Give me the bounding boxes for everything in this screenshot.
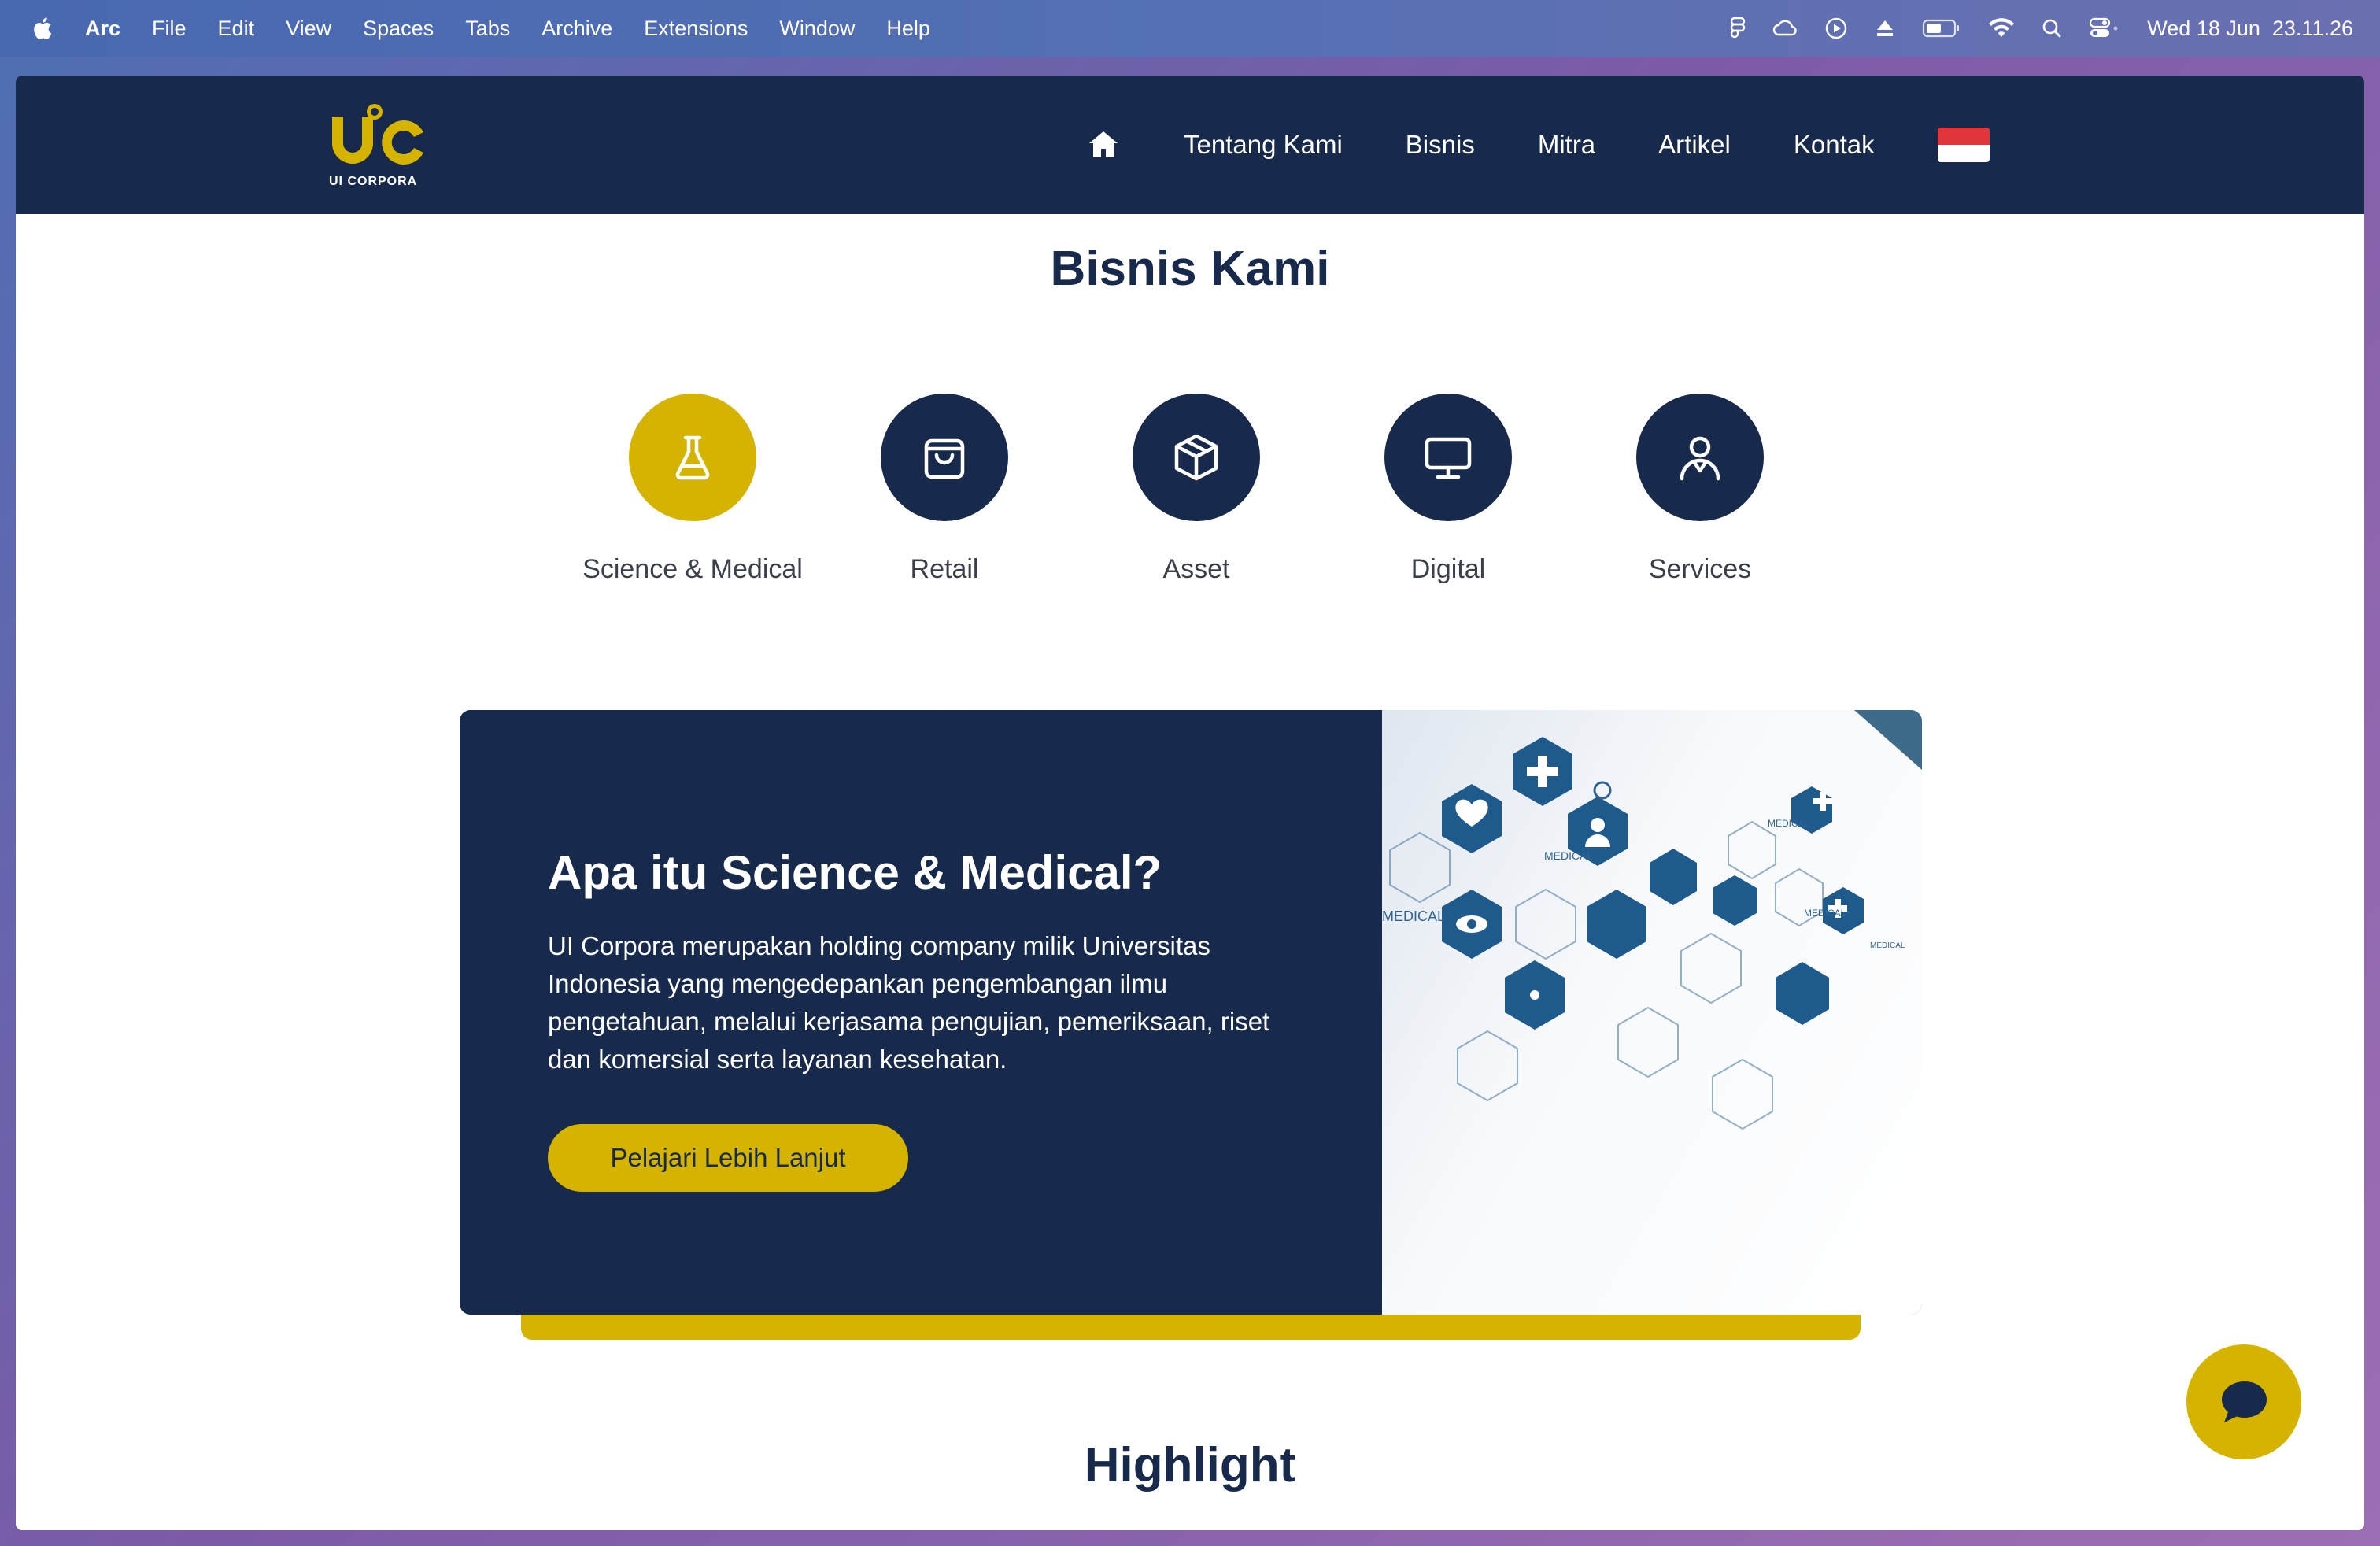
nav-bisnis[interactable]: Bisnis xyxy=(1406,130,1475,160)
macos-menubar: Arc File Edit View Spaces Tabs Archive E… xyxy=(0,0,2380,57)
nav-mitra[interactable]: Mitra xyxy=(1538,130,1595,160)
image-label-medical: MEDICAL xyxy=(1804,908,1846,919)
battery-icon[interactable] xyxy=(1922,18,1961,39)
category-services[interactable]: Services xyxy=(1574,394,1826,585)
chat-button[interactable] xyxy=(2186,1344,2301,1459)
wifi-icon[interactable] xyxy=(1988,18,2015,39)
ui-corpora-logo[interactable]: UI CORPORA xyxy=(329,99,439,194)
category-circle[interactable] xyxy=(881,394,1008,521)
feature-text-panel: Apa itu Science & Medical? UI Corpora me… xyxy=(460,710,1382,1315)
section-title-highlight: Highlight xyxy=(1084,1438,1296,1492)
main-nav: Tentang Kami Bisnis Mitra Artikel Kontak xyxy=(1086,76,1990,214)
monitor-icon xyxy=(1425,437,1472,479)
category-science-medical[interactable]: Science & Medical xyxy=(567,394,819,585)
image-label-medical: MEDICAL xyxy=(1382,908,1445,924)
category-label: Asset xyxy=(1162,554,1230,584)
nav-tentang-kami[interactable]: Tentang Kami xyxy=(1184,130,1343,160)
category-circle[interactable] xyxy=(1133,394,1260,521)
medical-hexagon-image: MEDICAL MEDICAL MEDICAL MEDICAL MEDICAL xyxy=(1382,710,1922,1315)
site-header: UI CORPORA Tentang Kami Bisnis Mitra Art… xyxy=(16,76,2364,214)
feature-description: UI Corpora merupakan holding company mil… xyxy=(548,931,1270,1074)
feature-heading: Apa itu Science & Medical? xyxy=(548,846,1162,899)
menu-tabs[interactable]: Tabs xyxy=(465,17,510,41)
feature-card: Apa itu Science & Medical? UI Corpora me… xyxy=(460,710,1922,1315)
menu-view[interactable]: View xyxy=(286,17,331,41)
category-label: Services xyxy=(1648,554,1752,584)
eject-icon[interactable] xyxy=(1875,18,1895,39)
creative-cloud-icon[interactable] xyxy=(1772,17,1798,39)
menu-help[interactable]: Help xyxy=(886,17,930,41)
play-circle-icon[interactable] xyxy=(1824,17,1848,40)
image-label-medical: MEDICAL xyxy=(1870,941,1905,950)
home-icon[interactable] xyxy=(1086,128,1121,162)
apple-icon[interactable] xyxy=(30,15,54,42)
figma-icon[interactable] xyxy=(1730,17,1746,40)
image-label-medical: MEDICAL xyxy=(1544,849,1593,862)
menu-archive[interactable]: Archive xyxy=(541,17,612,41)
menu-file[interactable]: File xyxy=(152,17,187,41)
control-center-icon[interactable] xyxy=(2089,17,2120,39)
search-icon[interactable] xyxy=(2042,18,2062,39)
nav-kontak[interactable]: Kontak xyxy=(1794,130,1875,160)
menu-window[interactable]: Window xyxy=(779,17,855,41)
category-asset[interactable]: Asset xyxy=(1070,394,1322,585)
category-digital[interactable]: Digital xyxy=(1322,394,1574,585)
category-circle-active[interactable] xyxy=(629,394,756,521)
person-icon xyxy=(1680,436,1720,481)
browser-window: UI CORPORA Tentang Kami Bisnis Mitra Art… xyxy=(16,76,2364,1530)
section-title-bisnis-kami: Bisnis Kami xyxy=(1050,242,1330,296)
menu-spaces[interactable]: Spaces xyxy=(363,17,434,41)
nav-artikel[interactable]: Artikel xyxy=(1658,130,1731,160)
chat-bubble-icon xyxy=(2222,1381,2267,1422)
flask-icon xyxy=(675,435,710,480)
category-label: Science & Medical xyxy=(582,554,803,584)
logo-text: UI CORPORA xyxy=(329,175,418,188)
indonesia-flag-icon[interactable] xyxy=(1937,128,1990,162)
shopping-bag-icon xyxy=(924,438,965,479)
learn-more-button[interactable]: Pelajari Lebih Lanjut xyxy=(548,1124,908,1192)
box-icon xyxy=(1174,434,1218,481)
category-circle[interactable] xyxy=(1384,394,1512,521)
image-label-medical: MEDICAL xyxy=(1768,818,1810,829)
category-circle[interactable] xyxy=(1636,394,1764,521)
category-retail[interactable]: Retail xyxy=(819,394,1070,585)
category-label: Retail xyxy=(910,554,979,584)
menu-extensions[interactable]: Extensions xyxy=(644,17,748,41)
menu-app-name[interactable]: Arc xyxy=(85,17,120,41)
menu-edit[interactable]: Edit xyxy=(218,17,255,41)
menubar-clock[interactable]: Wed 18 Jun 23.11.26 xyxy=(2147,17,2353,41)
business-categories: Science & Medical Retail Asset Digital S… xyxy=(567,394,1826,598)
category-label: Digital xyxy=(1410,554,1486,584)
